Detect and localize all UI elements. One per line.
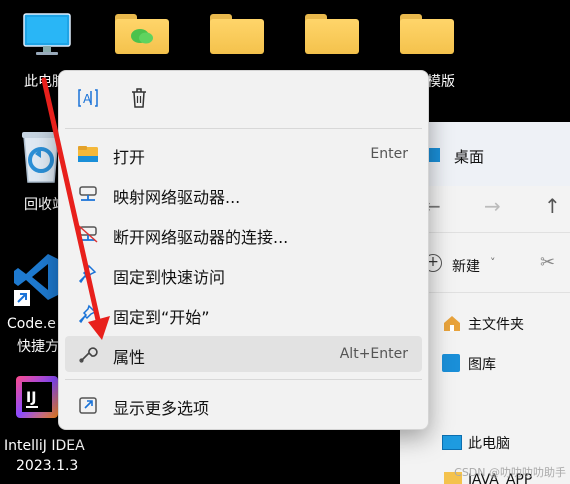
watermark: CSDN @叻叻叻叻助手 — [454, 466, 566, 479]
annotation-arrow — [41, 77, 110, 340]
